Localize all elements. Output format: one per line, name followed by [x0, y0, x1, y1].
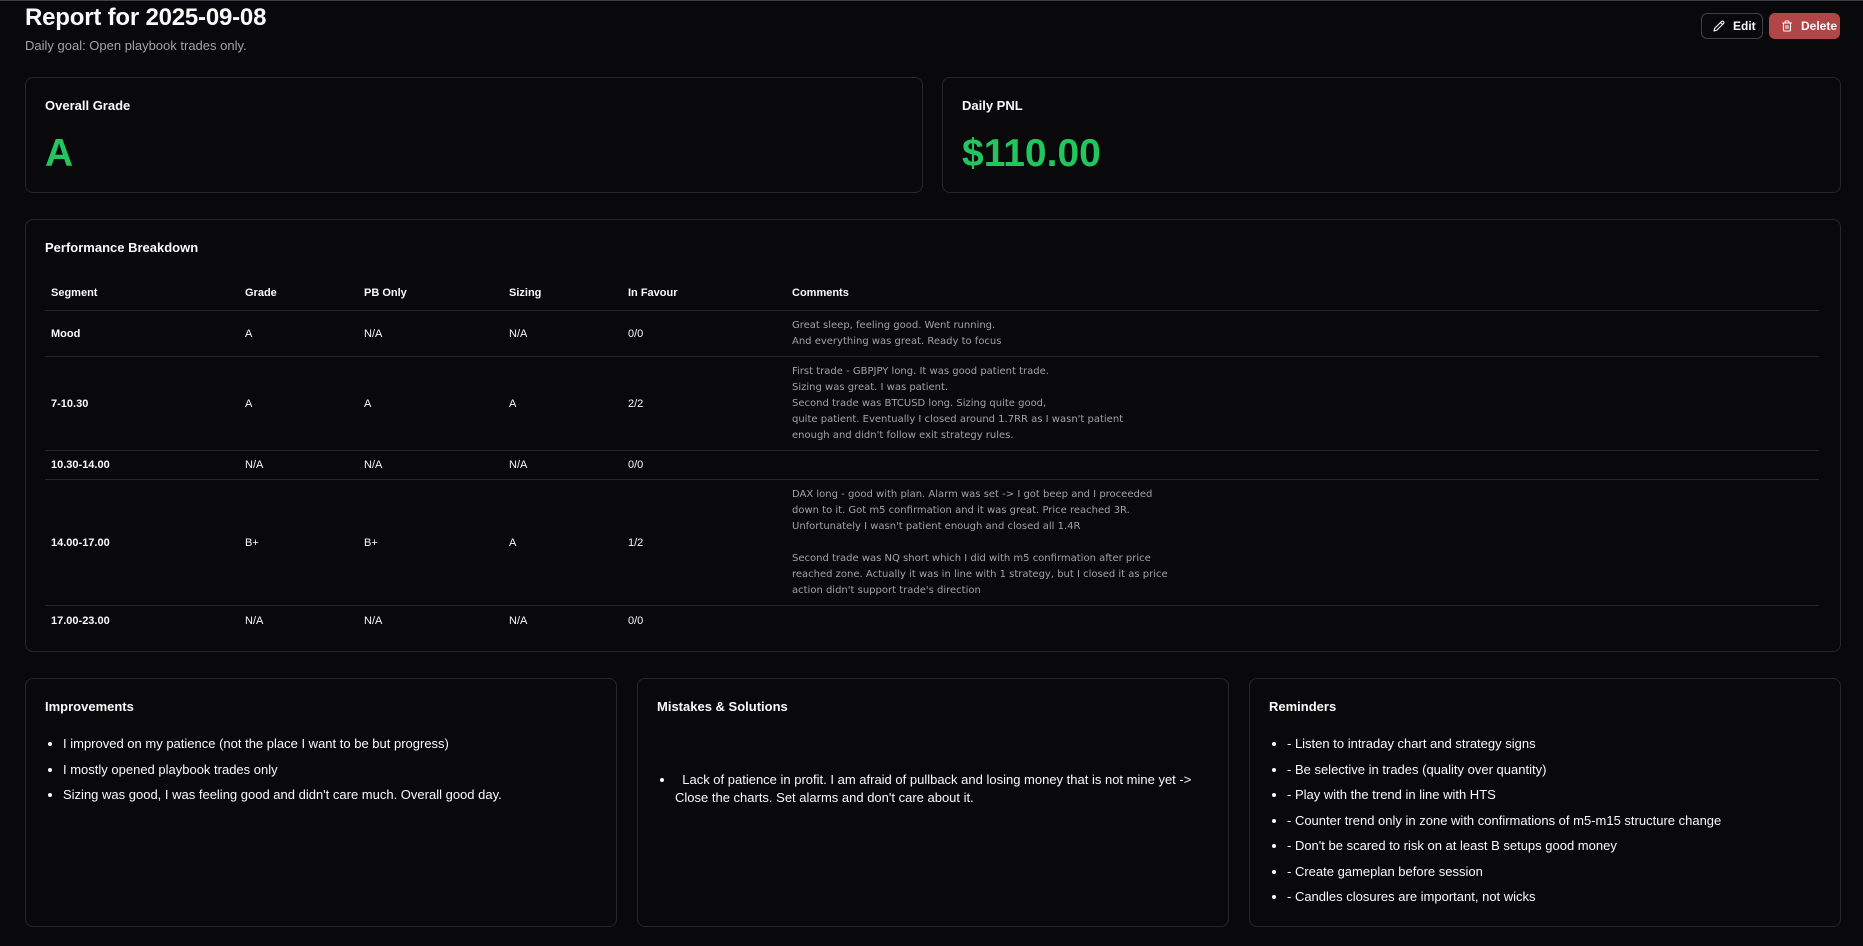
overall-grade-card: Overall Grade A: [25, 77, 923, 193]
reminders-list: - Listen to intraday chart and strategy …: [1269, 735, 1820, 914]
table-row: Mood A N/A N/A 0/0 Great sleep, feeling …: [45, 310, 1819, 357]
table-row: 14.00-17.00 B+ B+ A 1/2 DAX long - good …: [45, 479, 1819, 606]
performance-table: Segment Grade PB Only Sizing In Favour C…: [45, 276, 1819, 636]
delete-label: Delete: [1801, 19, 1838, 33]
sizing-cell: N/A: [503, 310, 622, 357]
in-favour-cell: 1/2: [622, 479, 786, 606]
table-row: 17.00-23.00 N/A N/A N/A 0/0: [45, 606, 1819, 636]
trash-icon: [1781, 20, 1793, 32]
overall-grade-title: Overall Grade: [45, 98, 131, 113]
list-item: Sizing was good, I was feeling good and …: [63, 786, 596, 804]
improvements-title: Improvements: [45, 699, 134, 714]
list-item: I mostly opened playbook trades only: [63, 761, 596, 779]
page-title: Report for 2025-09-08: [25, 4, 267, 31]
list-item: - Create gameplan before session: [1287, 863, 1820, 881]
in-favour-cell: 2/2: [622, 356, 786, 451]
column-header-segment: Segment: [45, 276, 239, 311]
comments-cell: Great sleep, feeling good. Went running.…: [786, 310, 1819, 357]
grade-cell: A: [239, 310, 358, 357]
top-border: [0, 0, 1863, 1]
pb-only-cell: N/A: [364, 614, 383, 627]
grade-cell: B+: [239, 479, 358, 606]
table-header-row: Segment Grade PB Only Sizing In Favour C…: [45, 276, 1819, 311]
segment-cell: 7-10.30: [45, 356, 239, 451]
segment-cell: 17.00-23.00: [51, 614, 110, 627]
comments-cell: DAX long - good with plan. Alarm was set…: [786, 479, 1819, 606]
comments-cell: [786, 450, 1819, 480]
in-favour-cell: 0/0: [622, 450, 786, 480]
grade-cell: N/A: [245, 614, 264, 627]
edit-button[interactable]: Edit: [1701, 13, 1763, 39]
sizing-cell: N/A: [509, 614, 528, 627]
segment-cell: Mood: [45, 310, 239, 357]
performance-breakdown-card: Performance Breakdown Segment Grade PB O…: [25, 219, 1841, 652]
sizing-cell: A: [503, 356, 622, 451]
pb-only-cell: N/A: [358, 450, 503, 480]
segment-cell: 10.30-14.00: [45, 450, 239, 480]
comments-cell: [786, 606, 1819, 636]
table-row: 7-10.30 A A A 2/2 First trade - GBPJPY l…: [45, 356, 1819, 451]
sizing-cell: N/A: [503, 450, 622, 480]
header-actions: Edit Delete: [1701, 13, 1840, 39]
comments-cell: First trade - GBPJPY long. It was good p…: [786, 356, 1819, 451]
mistakes-list: Lack of patience in profit. I am afraid …: [657, 735, 1208, 851]
overall-grade-value: A: [45, 132, 74, 175]
sizing-cell: A: [503, 479, 622, 606]
segment-cell: 14.00-17.00: [45, 479, 239, 606]
pb-only-cell: A: [358, 356, 503, 451]
list-item: Lack of patience in profit. I am afraid …: [675, 771, 1208, 807]
pencil-icon: [1713, 20, 1725, 32]
mistakes-title: Mistakes & Solutions: [657, 699, 788, 714]
list-item: - Play with the trend in line with HTS: [1287, 786, 1820, 804]
column-header-in-favour: In Favour: [622, 276, 786, 311]
daily-pnl-title: Daily PNL: [962, 98, 1023, 113]
report-header: Report for 2025-09-08 Daily goal: Open p…: [25, 4, 1840, 54]
in-favour-cell: 0/0: [628, 614, 644, 627]
list-item: - Listen to intraday chart and strategy …: [1287, 735, 1820, 753]
improvements-card: Improvements I improved on my patience (…: [25, 678, 617, 927]
column-header-pb-only: PB Only: [358, 276, 503, 311]
daily-pnl-card: Daily PNL $110.00: [942, 77, 1841, 193]
column-header-sizing: Sizing: [503, 276, 622, 311]
in-favour-cell: 0/0: [622, 310, 786, 357]
improvements-list: I improved on my patience (not the place…: [45, 735, 596, 812]
grade-cell: N/A: [239, 450, 358, 480]
delete-button[interactable]: Delete: [1769, 13, 1840, 39]
performance-breakdown-title: Performance Breakdown: [45, 240, 199, 255]
column-header-comments: Comments: [786, 276, 1819, 311]
pb-only-cell: N/A: [358, 310, 503, 357]
grade-cell: A: [239, 356, 358, 451]
list-item: - Candles closures are important, not wi…: [1287, 888, 1820, 906]
list-item: - Be selective in trades (quality over q…: [1287, 761, 1820, 779]
list-item: - Counter trend only in zone with confir…: [1287, 812, 1820, 830]
reminders-card: Reminders - Listen to intraday chart and…: [1249, 678, 1841, 927]
reminders-title: Reminders: [1269, 699, 1337, 714]
list-item: - Don't be scared to risk on at least B …: [1287, 837, 1820, 855]
column-header-grade: Grade: [239, 276, 358, 311]
table-row: 10.30-14.00 N/A N/A N/A 0/0: [45, 450, 1819, 480]
pb-only-cell: B+: [358, 479, 503, 606]
list-item: I improved on my patience (not the place…: [63, 735, 596, 753]
daily-goal: Daily goal: Open playbook trades only.: [25, 38, 247, 53]
mistakes-card: Mistakes & Solutions Lack of patience in…: [637, 678, 1229, 927]
daily-pnl-value: $110.00: [962, 132, 1101, 175]
edit-label: Edit: [1733, 19, 1756, 33]
